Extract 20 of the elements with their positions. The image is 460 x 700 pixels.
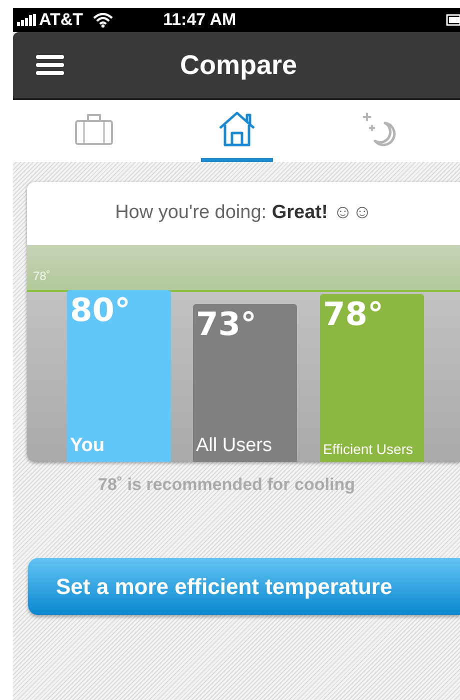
bar-label: You xyxy=(70,434,104,458)
recommendation-caption: 78˚ is recommended for cooling xyxy=(98,475,355,494)
house-icon xyxy=(218,111,256,147)
menu-icon[interactable] xyxy=(36,54,64,76)
briefcase-icon xyxy=(75,113,113,145)
screen-title: Compare xyxy=(180,48,298,82)
bar-label: Efficient Users xyxy=(323,440,413,459)
signal-icon xyxy=(17,14,37,26)
clock-time: 11:47 AM xyxy=(163,9,236,32)
bar-label: All Users xyxy=(196,434,272,458)
set-temperature-button[interactable]: Set a more efficient temperature xyxy=(28,558,460,615)
target-label: 78˚ xyxy=(33,268,50,285)
battery-icon xyxy=(446,14,460,26)
status-headline: How you're doing: Great! ☺☺ xyxy=(115,201,372,226)
wifi-icon xyxy=(93,12,114,28)
carrier-name: AT&T xyxy=(39,9,84,32)
bar-value: 80° xyxy=(70,290,131,330)
bar-value: 73° xyxy=(196,304,257,344)
moon-stars-icon xyxy=(361,111,397,147)
bar-value: 78° xyxy=(323,294,384,334)
